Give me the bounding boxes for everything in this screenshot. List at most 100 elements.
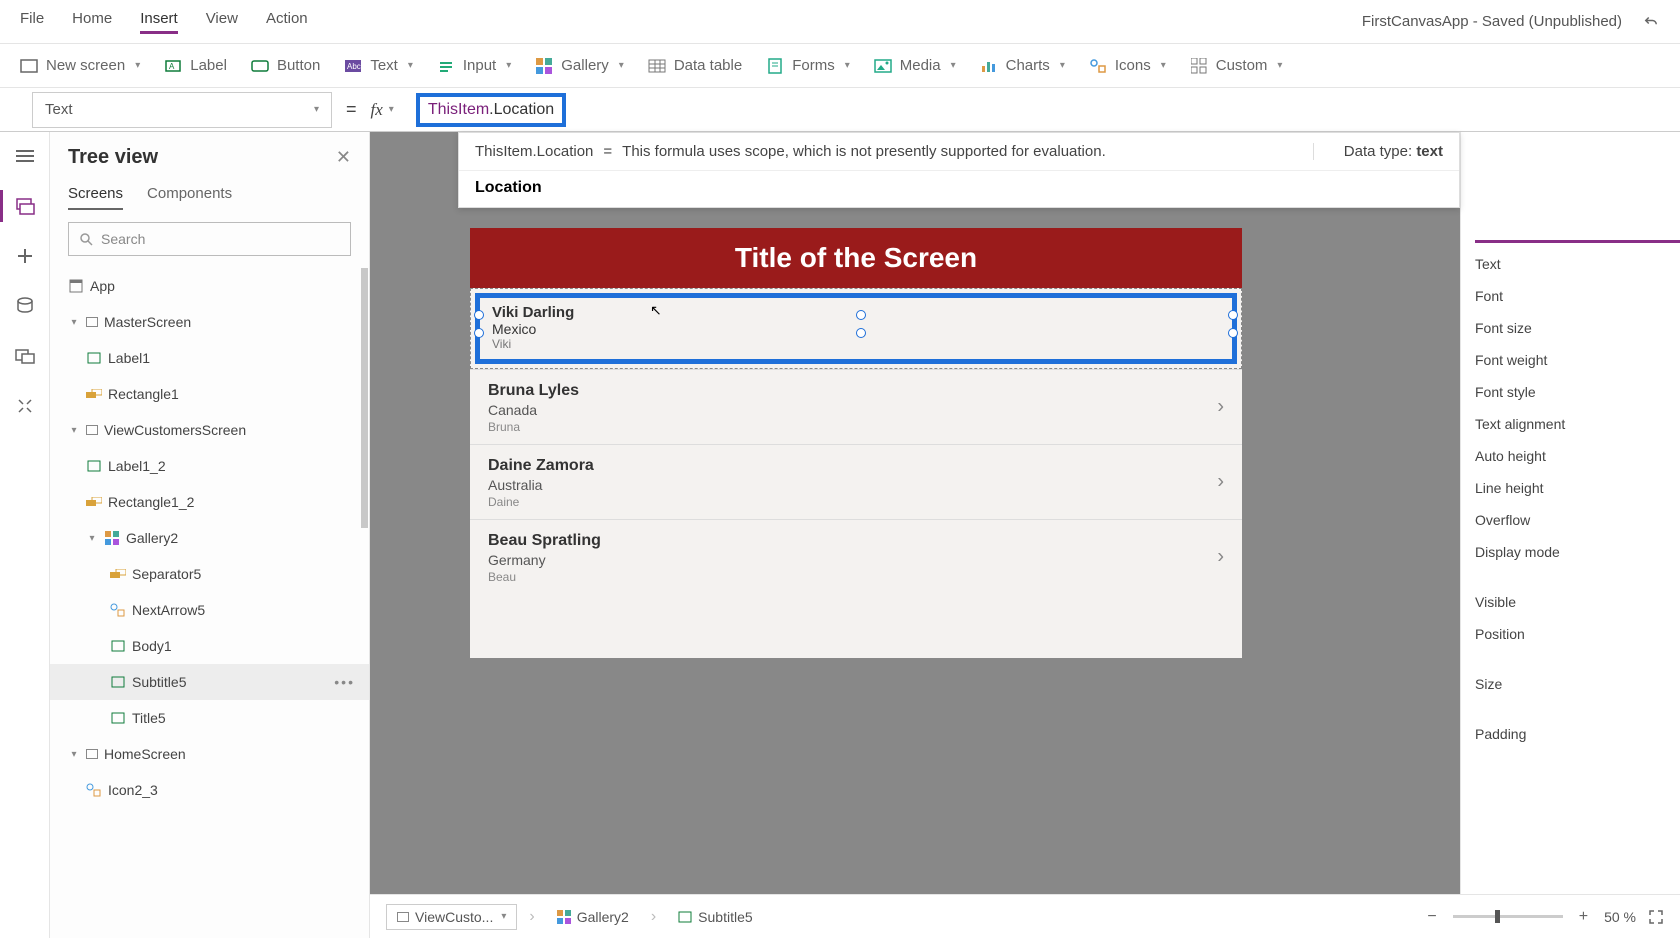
ribbon-forms[interactable]: Forms▾: [766, 57, 850, 75]
chevron-right-icon[interactable]: ›: [1217, 396, 1224, 419]
ribbon-custom[interactable]: Custom▾: [1190, 57, 1283, 75]
chevron-right-icon[interactable]: ›: [1217, 546, 1224, 569]
ribbon-new-screen[interactable]: New screen▾: [20, 57, 140, 75]
tree-node-viewcustomers[interactable]: ▾ ViewCustomersScreen: [50, 412, 369, 448]
menu-action[interactable]: Action: [266, 10, 308, 34]
resize-handle[interactable]: [1228, 310, 1238, 320]
tree-node-rectangle1-2[interactable]: Rectangle1_2: [50, 484, 369, 520]
prop-line-height[interactable]: Line height: [1461, 472, 1680, 504]
ribbon-input[interactable]: Input▾: [437, 57, 511, 75]
tree-node-icon2-3[interactable]: Icon2_3: [50, 772, 369, 808]
property-selector[interactable]: Text▾: [32, 92, 332, 128]
prop-padding[interactable]: Padding: [1461, 718, 1680, 750]
media-rail-icon[interactable]: [13, 344, 37, 368]
item-sub: Beau: [488, 570, 1224, 584]
tree-node-label1-2[interactable]: Label1_2: [50, 448, 369, 484]
gallery-item-selected[interactable]: Viki Darling Mexico Viki ↖: [475, 293, 1237, 364]
prop-display-mode[interactable]: Display mode: [1461, 536, 1680, 568]
fx-expand-icon[interactable]: ▾: [389, 104, 404, 115]
chevron-down-icon[interactable]: ▾: [68, 317, 80, 328]
fx-icon[interactable]: fx: [371, 100, 389, 120]
gallery-template[interactable]: Viki Darling Mexico Viki ↖: [470, 288, 1242, 369]
zoom-slider[interactable]: [1453, 915, 1563, 918]
chevron-down-icon[interactable]: ▾: [86, 533, 98, 544]
gallery-item[interactable]: Daine Zamora Australia Daine ›: [470, 444, 1242, 519]
close-icon[interactable]: ✕: [336, 147, 351, 168]
chevron-right-icon[interactable]: ›: [1217, 471, 1224, 494]
tree-node-gallery2[interactable]: ▾ Gallery2: [50, 520, 369, 556]
tree-node-app[interactable]: App: [50, 268, 369, 304]
tree-node-homescreen[interactable]: ▾ HomeScreen: [50, 736, 369, 772]
scrollbar-thumb[interactable]: [361, 268, 368, 528]
item-location: Canada: [488, 402, 1224, 418]
tree-node-masterscreen[interactable]: ▾ MasterScreen: [50, 304, 369, 340]
screen-title-bar[interactable]: Title of the Screen: [470, 228, 1242, 288]
prop-auto-height[interactable]: Auto height: [1461, 440, 1680, 472]
menu-home[interactable]: Home: [72, 10, 112, 34]
zoom-in-button[interactable]: +: [1575, 908, 1592, 926]
tree-node-rectangle1[interactable]: Rectangle1: [50, 376, 369, 412]
fit-to-screen-icon[interactable]: [1648, 909, 1664, 925]
prop-size[interactable]: Size: [1461, 668, 1680, 700]
tree-node-label1[interactable]: Label1: [50, 340, 369, 376]
chevron-down-icon[interactable]: ▾: [68, 749, 80, 760]
tree-node-title5[interactable]: Title5: [50, 700, 369, 736]
tab-screens[interactable]: Screens: [68, 185, 123, 210]
formula-input[interactable]: ThisItem.Location: [404, 92, 1680, 128]
screen-icon: [86, 749, 98, 759]
intellisense-popup: ThisItem.Location = This formula uses sc…: [458, 132, 1460, 208]
item-location: Australia: [488, 477, 1224, 493]
prop-font[interactable]: Font: [1461, 280, 1680, 312]
prop-font-weight[interactable]: Font weight: [1461, 344, 1680, 376]
ribbon-text[interactable]: Abc Text▾: [344, 57, 413, 75]
tree-view-icon[interactable]: [13, 194, 37, 218]
zoom-out-button[interactable]: −: [1423, 908, 1440, 926]
resize-handle[interactable]: [474, 328, 484, 338]
tree-node-body1[interactable]: Body1: [50, 628, 369, 664]
breadcrumb-gallery[interactable]: Gallery2: [547, 905, 639, 929]
search-input[interactable]: Search: [68, 222, 351, 256]
chevron-down-icon[interactable]: ▾: [501, 911, 506, 922]
breadcrumb-subtitle[interactable]: Subtitle5: [668, 905, 762, 929]
prop-font-style[interactable]: Font style: [1461, 376, 1680, 408]
ribbon-label[interactable]: A Label: [164, 57, 227, 75]
prop-visible[interactable]: Visible: [1461, 586, 1680, 618]
insert-plus-icon[interactable]: [13, 244, 37, 268]
prop-overflow[interactable]: Overflow: [1461, 504, 1680, 536]
undo-icon[interactable]: [1642, 13, 1660, 31]
tree-node-subtitle5[interactable]: Subtitle5 •••: [50, 664, 369, 700]
prop-position[interactable]: Position: [1461, 618, 1680, 650]
canvas-area[interactable]: Title of the Screen Viki Darling Mexico …: [370, 132, 1460, 894]
ribbon-gallery[interactable]: Gallery▾: [535, 57, 624, 75]
tab-components[interactable]: Components: [147, 185, 232, 210]
resize-handle[interactable]: [474, 310, 484, 320]
ribbon-icons[interactable]: Icons▾: [1089, 57, 1166, 75]
gallery-item[interactable]: Beau Spratling Germany Beau ›: [470, 519, 1242, 594]
tools-icon[interactable]: [13, 394, 37, 418]
tree-node-separator5[interactable]: Separator5: [50, 556, 369, 592]
prop-font-size[interactable]: Font size: [1461, 312, 1680, 344]
breadcrumb-sep-icon: ›: [525, 908, 538, 926]
menu-insert[interactable]: Insert: [140, 10, 178, 34]
ribbon-media[interactable]: Media▾: [874, 57, 956, 75]
tree-node-nextarrow5[interactable]: NextArrow5: [50, 592, 369, 628]
menu-file[interactable]: File: [20, 10, 44, 34]
more-icon[interactable]: •••: [334, 674, 355, 690]
gallery-item[interactable]: Bruna Lyles Canada Bruna ›: [470, 369, 1242, 444]
data-icon[interactable]: [13, 294, 37, 318]
hamburger-icon[interactable]: [13, 144, 37, 168]
ribbon-data-table[interactable]: Data table: [648, 57, 742, 75]
ribbon-button[interactable]: Button: [251, 57, 320, 75]
resize-handle[interactable]: [1228, 328, 1238, 338]
intel-suggestion[interactable]: Location: [459, 170, 1459, 207]
breadcrumb-screen[interactable]: ViewCusto... ▾: [386, 904, 517, 930]
prop-text[interactable]: Text: [1461, 248, 1680, 280]
chevron-down-icon[interactable]: ▾: [68, 425, 80, 436]
menu-view[interactable]: View: [206, 10, 238, 34]
screen-preview[interactable]: Title of the Screen Viki Darling Mexico …: [470, 228, 1242, 658]
resize-handle[interactable]: [856, 328, 866, 338]
ribbon-charts[interactable]: Charts▾: [980, 57, 1065, 75]
prop-text-align[interactable]: Text alignment: [1461, 408, 1680, 440]
resize-handle[interactable]: [856, 310, 866, 320]
app-title: FirstCanvasApp - Saved (Unpublished): [1362, 13, 1622, 30]
